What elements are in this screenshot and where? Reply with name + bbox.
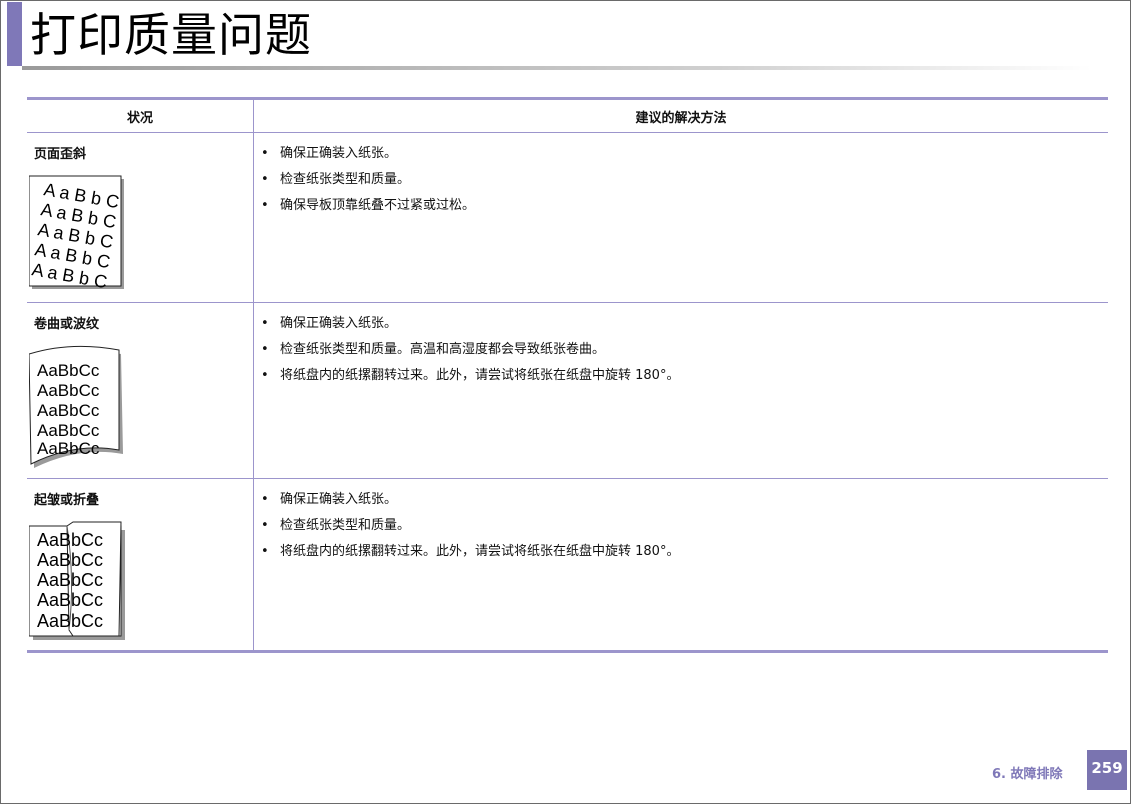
- title-underline: [22, 66, 1092, 70]
- curled-page-illustration: AaBbCc AaBbCc AaBbCc AaBbCc AaBbCc: [29, 345, 123, 468]
- sample-line-3: AaBbCc: [37, 570, 103, 590]
- solution-item: 检查纸张类型和质量。: [254, 167, 1108, 193]
- solution-item: 确保正确装入纸张。: [254, 487, 1108, 513]
- sample-line-3: AaBbCc: [37, 401, 100, 420]
- wrinkled-page-illustration: AaBbCc AaBbCc AaBbCc AaBbCc AaBbCc: [29, 521, 125, 640]
- situation-cell: 起皱或折叠 AaBbCc AaBbCc AaBbCc AaBbCc AaBbCc: [27, 478, 254, 653]
- situation-cell: 卷曲或波纹 AaBbCc AaBbCc AaBbCc AaBbCc AaBbCc: [27, 302, 254, 479]
- skewed-page-illustration: A a B b C A a B b C A a B b C A a B b C …: [29, 175, 124, 292]
- solution-list: 确保正确装入纸张。 检查纸张类型和质量。 将纸盘内的纸摞翻转过来。此外，请尝试将…: [254, 487, 1108, 565]
- situation-label: 卷曲或波纹: [34, 317, 100, 332]
- sample-line-2: AaBbCc: [37, 381, 100, 400]
- sample-line-1: AaBbCc: [37, 361, 100, 380]
- table-header-row: 状况 建议的解决方法: [27, 97, 1108, 133]
- print-quality-table: 状况 建议的解决方法 页面歪斜 A a B b C A a B b C A a …: [27, 97, 1108, 653]
- table-row: 卷曲或波纹 AaBbCc AaBbCc AaBbCc AaBbCc AaBbCc…: [27, 302, 1108, 479]
- sample-line-5: AaBbCc: [37, 439, 100, 458]
- header-situation: 状况: [27, 97, 254, 133]
- solution-cell: 确保正确装入纸张。 检查纸张类型和质量。 确保导板顶靠纸叠不过紧或过松。: [253, 132, 1108, 303]
- situation-cell: 页面歪斜 A a B b C A a B b C A a B b C A a B…: [27, 132, 254, 303]
- page-number-badge: 259: [1087, 750, 1127, 790]
- situation-label: 起皱或折叠: [34, 493, 100, 508]
- table-row: 页面歪斜 A a B b C A a B b C A a B b C A a B…: [27, 132, 1108, 303]
- header-solution: 建议的解决方法: [253, 97, 1108, 133]
- table-row: 起皱或折叠 AaBbCc AaBbCc AaBbCc AaBbCc AaBbCc: [27, 478, 1108, 653]
- title-accent-bar: [7, 2, 22, 66]
- solution-item: 将纸盘内的纸摞翻转过来。此外，请尝试将纸张在纸盘中旋转 180°。: [254, 363, 1108, 389]
- solution-item: 确保正确装入纸张。: [254, 311, 1108, 337]
- sample-line-4: AaBbCc: [37, 421, 100, 440]
- sample-line-4: AaBbCc: [37, 590, 103, 610]
- solution-cell: 确保正确装入纸张。 检查纸张类型和质量。高温和高湿度都会导致纸张卷曲。 将纸盘内…: [253, 302, 1108, 479]
- page-title: 打印质量问题: [30, 8, 312, 62]
- situation-label: 页面歪斜: [34, 147, 87, 162]
- solution-item: 确保导板顶靠纸叠不过紧或过松。: [254, 193, 1108, 219]
- solution-cell: 确保正确装入纸张。 检查纸张类型和质量。 将纸盘内的纸摞翻转过来。此外，请尝试将…: [253, 478, 1108, 653]
- solution-item: 检查纸张类型和质量。: [254, 513, 1108, 539]
- sample-line-5: AaBbCc: [37, 611, 103, 631]
- solution-item: 检查纸张类型和质量。高温和高湿度都会导致纸张卷曲。: [254, 337, 1108, 363]
- solution-list: 确保正确装入纸张。 检查纸张类型和质量。 确保导板顶靠纸叠不过紧或过松。: [254, 141, 1108, 219]
- solution-item: 确保正确装入纸张。: [254, 141, 1108, 167]
- footer-section-link[interactable]: 6. 故障排除: [992, 763, 1063, 782]
- solution-list: 确保正确装入纸张。 检查纸张类型和质量。高温和高湿度都会导致纸张卷曲。 将纸盘内…: [254, 311, 1108, 389]
- sample-line-2: AaBbCc: [37, 550, 103, 570]
- sample-line-1: AaBbCc: [37, 530, 103, 550]
- solution-item: 将纸盘内的纸摞翻转过来。此外，请尝试将纸张在纸盘中旋转 180°。: [254, 539, 1108, 565]
